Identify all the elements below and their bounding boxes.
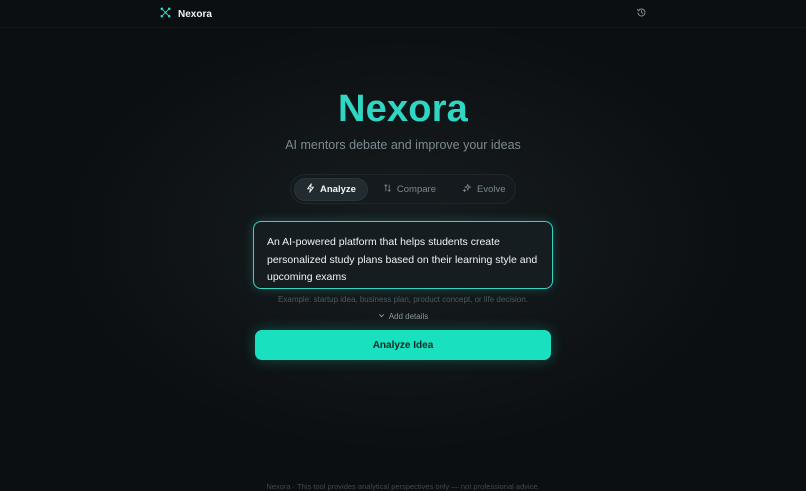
tab-label: Evolve (476, 183, 506, 195)
add-details-label: Add details (388, 312, 429, 321)
footer-disclaimer: Nexora · This tool provides analytical p… (266, 482, 540, 491)
hero-subtitle: AI mentors debate and improve your ideas (285, 138, 521, 152)
mode-tabs: Analyze Compare Evolve (290, 174, 516, 204)
tab-analyze[interactable]: Analyze (294, 177, 368, 201)
tab-label: Analyze (320, 183, 356, 195)
chevron-down-icon (378, 312, 385, 321)
tab-label: Compare (396, 183, 436, 195)
network-nodes-icon (160, 5, 171, 23)
idea-input-value: An AI-powered platform that helps studen… (267, 236, 538, 283)
history-button[interactable] (635, 8, 647, 20)
hero-title: Nexora (337, 88, 469, 130)
idea-helper-text: Example: startup idea, business plan, pr… (278, 295, 528, 304)
add-details-toggle[interactable]: Add details (0, 312, 806, 321)
idea-input[interactable]: An AI-powered platform that helps studen… (253, 221, 553, 289)
lightning-icon (306, 182, 315, 196)
tab-evolve[interactable]: Evolve (451, 178, 517, 201)
swap-arrows-icon (383, 183, 392, 196)
tab-compare[interactable]: Compare (372, 178, 447, 201)
sparkles-icon (462, 183, 472, 196)
brand[interactable]: Nexora (160, 7, 212, 21)
top-bar: Nexora (0, 0, 806, 28)
page: Nexora Nexora AI mentors debate and impr… (0, 0, 806, 491)
history-icon (636, 5, 647, 23)
brand-name: Nexora (178, 8, 212, 20)
analyze-idea-button[interactable]: Analyze Idea (255, 330, 551, 360)
